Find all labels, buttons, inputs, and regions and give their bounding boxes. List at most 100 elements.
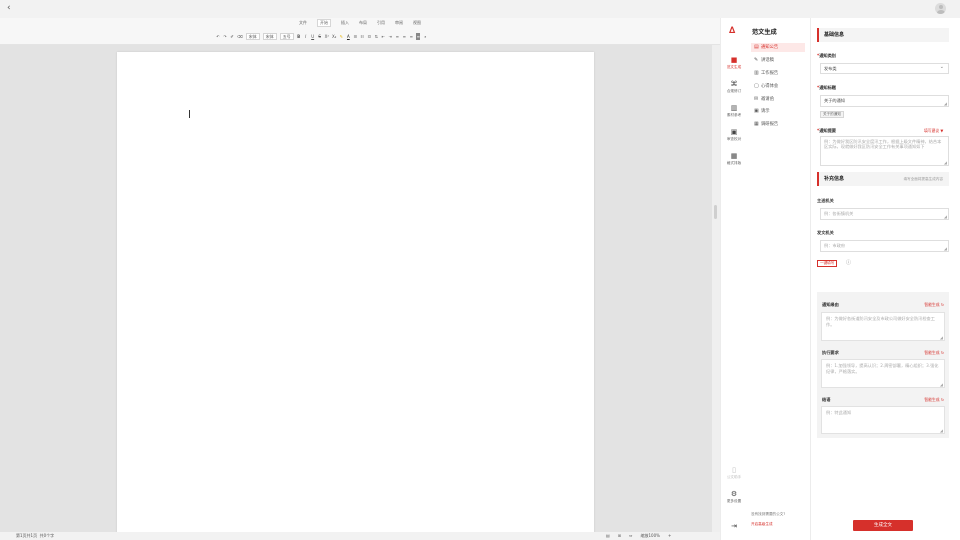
category-item-invitation[interactable]: ✉ 邀请函 (751, 95, 805, 104)
tool-rail: ∆ ■ 范文生成 ⌘ 合规修订 ▥ 素材参考 ▣ 审查校对 ▦ 格式排版 ▯ 公… (720, 18, 746, 540)
fit-page-icon[interactable]: ⊞ (618, 532, 621, 540)
menu-reference[interactable]: 引用 (377, 20, 385, 26)
strikethrough-icon[interactable]: S (318, 33, 322, 40)
category-item-research[interactable]: ▦ 调研报告 (751, 120, 805, 129)
rail-item-settings[interactable]: ⚙ 更多设置 (721, 490, 747, 504)
reason-textarea[interactable]: 例：为做好各街道防汛安全及市政公司做好安全防汛检查工作。 ◢ (821, 312, 945, 341)
superscript-icon[interactable]: X² (325, 33, 329, 40)
category-item-insight[interactable]: ▢ 心得体会 (751, 82, 805, 91)
document-gen-icon: ■ (730, 56, 738, 64)
font-name-select[interactable]: 宋体 (245, 32, 260, 40)
align-center-icon[interactable]: ≡ (402, 33, 406, 40)
bold-icon[interactable]: B (297, 33, 301, 40)
sender-input[interactable]: 例：市政府 ◢ (820, 240, 949, 252)
line-spacing-icon[interactable]: ⇅ (374, 33, 378, 40)
requirement-generate-button[interactable]: 智能生成 ↻ (924, 350, 944, 356)
menu-home[interactable]: 开始 (317, 19, 331, 27)
clear-format-icon[interactable]: ⌫ (237, 33, 243, 40)
document-page[interactable] (117, 52, 594, 538)
align-right-icon[interactable]: ≡ (409, 33, 413, 40)
undo-icon[interactable]: ↶ (216, 33, 220, 40)
font-color-icon[interactable]: A (346, 33, 350, 40)
justify-icon[interactable]: ≡ (416, 32, 421, 40)
notice-title-label: *通知标题 (817, 85, 836, 90)
resize-grip-icon: ◢ (943, 214, 947, 219)
redo-icon[interactable]: ↷ (223, 33, 227, 40)
proofread-icon: ▣ (730, 128, 738, 136)
rail-item-assistant[interactable]: ▯ 公文助手 (721, 466, 747, 480)
vertical-scrollbar[interactable] (712, 45, 720, 532)
library-icon: ▥ (730, 104, 738, 112)
more-info-header: 补充信息 填写全面将提高生成内容 (817, 172, 949, 186)
zoom-in-icon[interactable]: + (668, 532, 671, 540)
summary-tip-link[interactable]: 填写建议 ▼ (924, 128, 943, 134)
menu-view[interactable]: 视图 (413, 20, 421, 26)
category-item-notice[interactable]: ▤ 通知公告 (751, 43, 805, 52)
scroll-thumb[interactable] (714, 205, 717, 219)
chevron-down-icon: ⌄ (939, 64, 944, 70)
advanced-generate-link[interactable]: 开启高级生成 (751, 522, 773, 527)
info-icon[interactable]: ⓘ (846, 259, 851, 266)
settings-icon: ⚙ (730, 490, 738, 498)
menu-bar: 文件 开始 插入 布局 引用 审阅 视图 (0, 18, 720, 28)
format-icon: ▦ (730, 152, 738, 160)
increase-indent-icon[interactable]: ⇥ (388, 33, 392, 40)
search-icon[interactable]: ⌕ (423, 33, 427, 40)
word-count: 共0个字 (39, 533, 55, 538)
font-family-select[interactable]: 宋体 (262, 32, 277, 40)
highlight-icon[interactable]: ✎ (339, 33, 343, 40)
resize-grip-icon: ◢ (943, 160, 947, 165)
rail-item-fanwen[interactable]: ■ 范文生成 (721, 56, 747, 70)
notice-type-label: *通知类别 (817, 53, 836, 58)
menu-insert[interactable]: 插入 (341, 20, 349, 26)
bullet-list-icon[interactable]: ☰ (353, 33, 358, 40)
generate-full-text-button[interactable]: 生成全文 (853, 520, 913, 531)
category-nav: 范文生成 ▤ 通知公告 ✎ 讲话稿 ▥ 工作报告 ▢ 心得体会 ✉ 邀请函 ▣ 请示 ▦ 调研… (746, 18, 811, 540)
rail-item-shencha[interactable]: ▣ 审查校对 (721, 128, 747, 142)
menu-file[interactable]: 文件 (299, 20, 307, 26)
compliance-icon: ⌘ (730, 80, 738, 88)
research-icon: ▦ (754, 121, 759, 127)
view-mode-icon[interactable]: ▤ (606, 532, 610, 540)
menu-layout[interactable]: 布局 (359, 20, 367, 26)
font-size-select[interactable]: 五号 (279, 32, 294, 40)
fit-width-icon[interactable]: ⇔ (629, 532, 632, 540)
format-painter-icon[interactable]: ✐ (230, 33, 234, 40)
italic-icon[interactable]: I (304, 33, 308, 40)
closing-label: 结语 (822, 397, 831, 402)
closing-textarea[interactable]: 例：特此通知 ◢ (821, 406, 945, 434)
status-bar: 第1页共1页 共0个字 ▤ ⊞ ⇔ 缩放100% + (0, 532, 720, 540)
align-left-icon[interactable]: ≡ (395, 33, 399, 40)
reason-generate-button[interactable]: 智能生成 ↻ (924, 302, 944, 308)
rail-item-geshi[interactable]: ▦ 格式排版 (721, 152, 747, 166)
issuer-input[interactable]: 例：各街镇机关 ◢ (820, 208, 949, 220)
rail-item-sucai[interactable]: ▥ 素材参考 (721, 104, 747, 118)
closing-generate-button[interactable]: 智能生成 ↻ (924, 397, 944, 403)
category-item-speech[interactable]: ✎ 讲话稿 (751, 56, 805, 65)
notice-type-select[interactable]: 发布类 ⌄ (820, 63, 949, 74)
menu-review[interactable]: 审阅 (395, 20, 403, 26)
number-list-icon[interactable]: ☷ (360, 33, 365, 40)
report-icon: ▥ (754, 70, 759, 76)
category-item-report[interactable]: ▥ 工作报告 (751, 69, 805, 78)
resize-grip-icon: ◢ (939, 382, 943, 387)
zoom-level[interactable]: 缩放100% (641, 532, 660, 540)
summary-textarea[interactable]: 例：为做好我区防汛安全度汛工作，根据上级文件精神，结合本区实际，现就做好我区防汛… (820, 136, 949, 166)
rail-item-hegui[interactable]: ⌘ 合规修订 (721, 80, 747, 94)
refresh-icon: ↻ (940, 350, 944, 355)
notice-title-input[interactable]: 关于的通知 ◢ (820, 95, 949, 107)
chevron-left-icon[interactable]: ‹ (7, 4, 11, 13)
underline-icon[interactable]: U (311, 33, 315, 40)
user-avatar-icon[interactable] (935, 3, 946, 14)
subscript-icon[interactable]: X₂ (332, 33, 336, 40)
assistant-icon: ▯ (732, 466, 736, 474)
top-bar: ‹ (0, 0, 960, 18)
title-suggestion-tag[interactable]: 关于的通知 (820, 111, 844, 118)
decrease-indent-icon[interactable]: ⇤ (381, 33, 385, 40)
requirement-textarea[interactable]: 例：1.加强领导，提高认识；2.周密部署，精心组织；3.强化纪律，严格落实。 ◢ (821, 359, 945, 388)
collapse-panel-icon[interactable]: ⇥ (721, 522, 747, 530)
one-click-fill-button[interactable]: 一键填写 (817, 260, 838, 267)
basic-info-header: 基础信息 (817, 28, 949, 42)
category-item-request[interactable]: ▣ 请示 (751, 107, 805, 116)
multilevel-list-icon[interactable]: ☲ (367, 33, 372, 40)
